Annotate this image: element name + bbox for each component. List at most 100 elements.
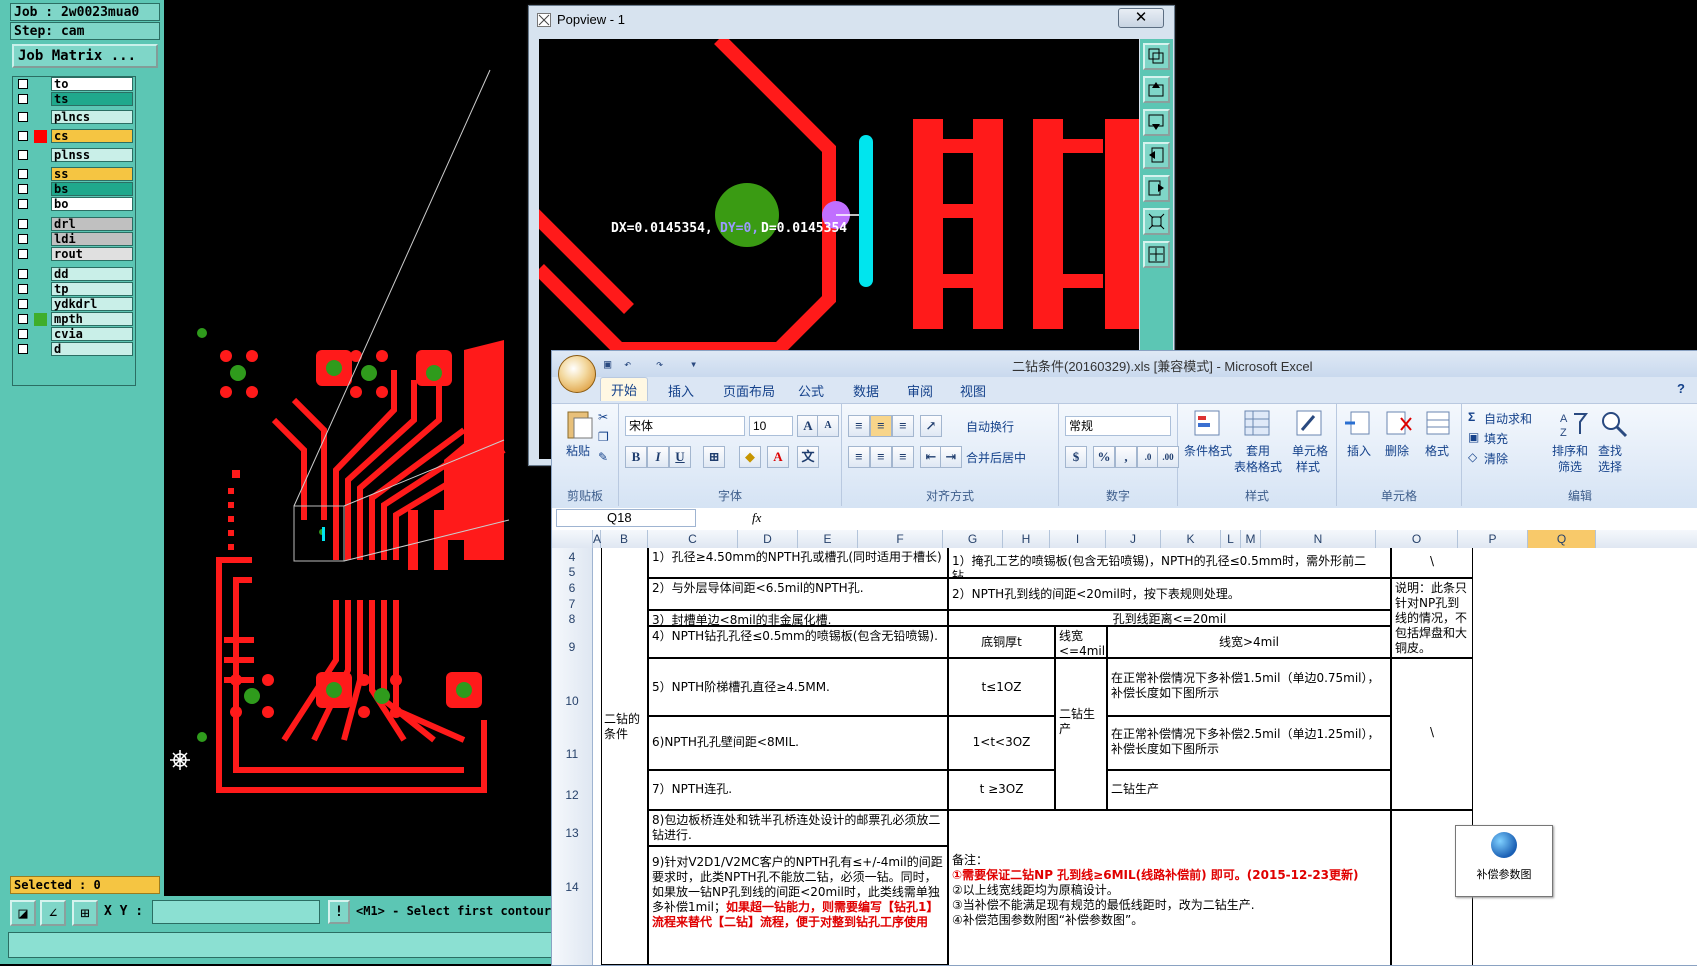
pan-down-icon[interactable] — [1143, 109, 1170, 136]
fill-icon[interactable]: ▣ — [1468, 430, 1479, 444]
layer-checkbox[interactable] — [18, 314, 28, 324]
cell-comp-1[interactable]: 在正常补偿情况下多补偿1.5mil（单边0.75mil），补偿长度如下图所示 — [1107, 658, 1391, 716]
layer-name[interactable]: ydkdrl — [51, 297, 133, 311]
layer-row[interactable]: drl — [16, 217, 134, 232]
decrease-indent-icon[interactable]: ⇤ — [920, 446, 942, 468]
layer-checkbox[interactable] — [18, 284, 28, 294]
sort-filter-icon[interactable]: AZ — [1558, 408, 1590, 440]
delete-cells-label[interactable]: 删除 — [1385, 442, 1409, 459]
format-cells-label[interactable]: 格式 — [1425, 442, 1449, 459]
row-header[interactable]: 9 — [552, 640, 592, 654]
eraser-icon[interactable]: ◇ — [1468, 450, 1477, 464]
popview-titlebar[interactable]: Popview - 1 ✕ — [529, 6, 1174, 34]
help-icon[interactable]: ? — [1677, 381, 1685, 396]
zoom-home-icon[interactable] — [1143, 208, 1170, 235]
layer-checkbox[interactable] — [18, 199, 28, 209]
align-middle-icon[interactable]: ≡ — [870, 415, 892, 437]
column-header[interactable]: M — [1241, 530, 1261, 548]
font-color-icon[interactable]: A — [767, 446, 789, 468]
xy-input[interactable] — [152, 900, 320, 924]
format-cells-icon[interactable] — [1423, 408, 1455, 440]
redo-icon[interactable]: ↷ — [656, 357, 672, 371]
tab-page-layout[interactable]: 页面布局 — [723, 381, 775, 400]
layer-checkbox[interactable] — [18, 169, 28, 179]
cell-linewidth-large-header[interactable]: 线宽>4mil — [1107, 626, 1391, 658]
comp-param-image-button[interactable]: 补偿参数图 — [1455, 825, 1553, 897]
increase-decimal-icon[interactable]: .0 — [1137, 446, 1159, 468]
cell-copper-2[interactable]: 1<t<3OZ — [948, 716, 1055, 770]
shrink-font-icon[interactable]: A — [817, 415, 839, 437]
layer-name[interactable]: mpth — [51, 312, 133, 326]
cell-rule-6[interactable]: 6)NPTH孔孔壁间距<8MIL. — [648, 716, 948, 770]
pcb-canvas[interactable] — [164, 0, 564, 896]
cell-second-drill-merged[interactable]: 二钻生产 — [1055, 658, 1107, 810]
row-header[interactable]: 5 — [552, 565, 592, 579]
sigma-icon[interactable]: Σ — [1468, 410, 1475, 424]
cell-copper-header[interactable]: 底铜厚t — [948, 626, 1055, 658]
layer-name[interactable]: cvia — [51, 327, 133, 341]
cell-style-icon[interactable] — [1294, 408, 1326, 440]
underline-icon[interactable]: U — [669, 446, 691, 468]
save-icon[interactable]: ▣ — [604, 357, 620, 371]
column-header[interactable]: L — [1221, 530, 1241, 548]
paste-icon[interactable] — [564, 408, 596, 440]
column-header[interactable]: K — [1161, 530, 1221, 548]
tab-data[interactable]: 数据 — [853, 381, 879, 400]
align-right-icon[interactable]: ≡ — [892, 446, 914, 468]
table-format-icon[interactable] — [1242, 408, 1274, 440]
sort-filter-label-2[interactable]: 筛选 — [1558, 458, 1582, 475]
layer-row[interactable]: tp — [16, 282, 134, 297]
cell-copper-3[interactable]: t ≥3OZ — [948, 770, 1055, 810]
cell-o-backslash-1[interactable]: \ — [1391, 548, 1473, 578]
column-header[interactable]: J — [1106, 530, 1161, 548]
cell-notes[interactable]: 备注： ①需要保证二钻NP 孔到线≥6MIL(线路补偿前) 即可。(2015-1… — [948, 810, 1391, 965]
cell-rule-1[interactable]: 1）孔径≥4.50mm的NPTH孔或槽孔(同时适用于槽长) — [648, 548, 948, 578]
warning-button[interactable]: ! — [328, 900, 350, 924]
column-header[interactable]: O — [1376, 530, 1458, 548]
layer-row[interactable]: bs — [16, 182, 134, 197]
table-format-label-2[interactable]: 表格格式 — [1234, 458, 1282, 475]
number-format-select[interactable]: 常规 — [1065, 416, 1171, 436]
layer-checkbox[interactable] — [18, 79, 28, 89]
layer-name[interactable]: ldi — [51, 232, 133, 246]
decrease-decimal-icon[interactable]: .00 — [1157, 446, 1179, 468]
cell-linewidth-small-header[interactable]: 线宽<=4mil — [1055, 626, 1107, 658]
tab-insert[interactable]: 插入 — [668, 381, 694, 400]
column-header[interactable]: H — [1003, 530, 1050, 548]
column-header[interactable]: C — [648, 530, 738, 548]
merge-center-button[interactable]: 合并后居中 — [966, 449, 1026, 466]
copy-view-icon[interactable] — [1143, 43, 1170, 70]
cell-style-label-1[interactable]: 单元格 — [1292, 442, 1328, 459]
format-painter-icon[interactable]: ✎ — [598, 450, 608, 464]
row-header[interactable]: 8 — [552, 612, 592, 626]
layer-name[interactable]: rout — [51, 247, 133, 261]
layer-checkbox[interactable] — [18, 299, 28, 309]
layer-row[interactable]: ts — [16, 92, 134, 107]
job-matrix-button[interactable]: Job Matrix ... — [12, 44, 158, 68]
cell-second-drill[interactable]: 二钻生产 — [1107, 770, 1391, 810]
font-size-select[interactable]: 10 — [749, 416, 793, 436]
comma-icon[interactable]: , — [1115, 446, 1137, 468]
fx-icon[interactable]: fx — [752, 510, 761, 526]
pan-right-icon[interactable] — [1143, 175, 1170, 202]
layer-checkbox[interactable] — [18, 184, 28, 194]
italic-icon[interactable]: I — [647, 446, 669, 468]
cell-o-backslash-2[interactable]: \ — [1391, 658, 1473, 810]
layer-checkbox[interactable] — [18, 131, 28, 141]
font-name-select[interactable]: 宋体 — [625, 416, 745, 436]
autosum-button[interactable]: 自动求和 — [1484, 410, 1532, 427]
increase-indent-icon[interactable]: ⇥ — [940, 446, 962, 468]
close-icon[interactable]: ✕ — [1118, 8, 1164, 28]
row-header[interactable]: 11 — [552, 747, 592, 761]
grid-icon[interactable]: ⊞ — [72, 900, 98, 926]
sort-filter-label-1[interactable]: 排序和 — [1552, 442, 1588, 459]
zoom-out-icon[interactable] — [1143, 241, 1170, 268]
fill-button[interactable]: 填充 — [1484, 430, 1508, 447]
row-header[interactable]: 14 — [552, 880, 592, 894]
layer-name[interactable]: d — [51, 342, 133, 356]
cell-right-rule-2[interactable]: 2）NPTH孔到线的间距<20mil时，按下表规则处理。 — [948, 578, 1391, 610]
cell-rule-4[interactable]: 4）NPTH钻孔孔径≤0.5mm的喷锡板(包含无铅喷锡). — [648, 626, 948, 658]
column-header[interactable]: B — [601, 530, 648, 548]
layer-name[interactable]: cs — [51, 129, 133, 143]
column-header[interactable]: A — [593, 530, 601, 548]
